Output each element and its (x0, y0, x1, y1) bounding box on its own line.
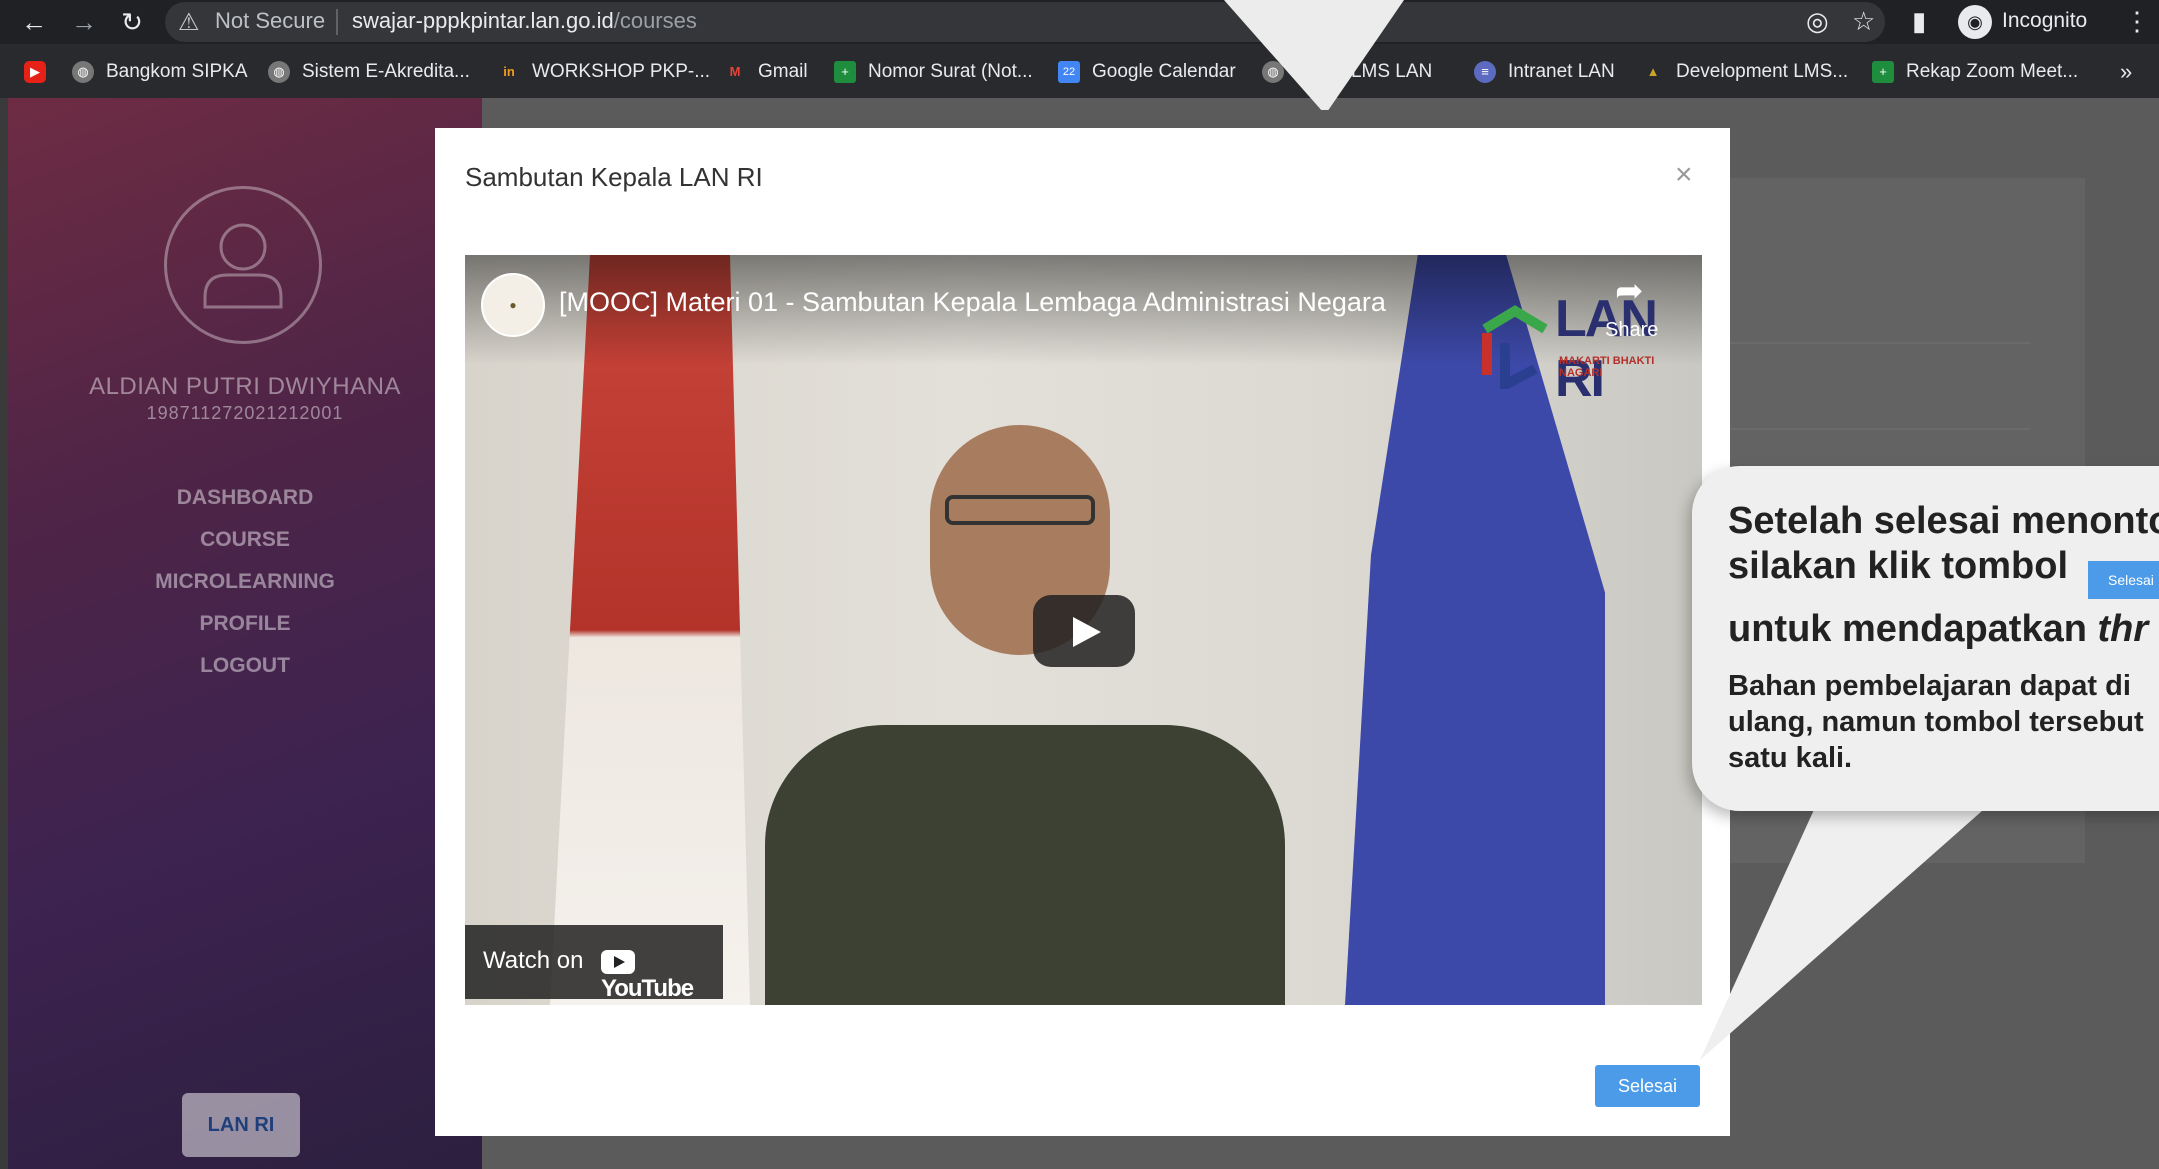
bookmark-item[interactable]: in WORKSHOP PKP-... (498, 58, 710, 86)
reload-icon[interactable]: ↻ (114, 4, 150, 40)
background-divider (1730, 342, 2030, 344)
sidebar-item-profile[interactable]: PROFILE (8, 612, 482, 636)
side-panel-icon[interactable]: ▮ (1912, 6, 1926, 37)
bookmark-item[interactable]: + Rekap Zoom Meet... (1872, 58, 2078, 86)
callout-note-line: satu kali. (1728, 742, 1853, 774)
modal-title: Sambutan Kepala LAN RI (465, 162, 763, 192)
url-host: swajar-pppkpintar.lan.go.id (352, 8, 614, 33)
watch-on-label: Watch on (483, 947, 584, 974)
avatar (164, 186, 322, 344)
callout-line-3: untuk mendapatkan thr (1728, 608, 2148, 651)
youtube-logo: YouTube (601, 947, 723, 1003)
sidebar-item-microlearning[interactable]: MICROLEARNING (8, 570, 482, 594)
youtube-play-icon (601, 949, 635, 974)
play-button[interactable] (1033, 595, 1135, 667)
sidebar-item-logout[interactable]: LOGOUT (8, 654, 482, 678)
user-icon (203, 223, 283, 309)
bookmark-item[interactable]: ≡ Intranet LAN (1474, 58, 1615, 86)
speaker-glasses (945, 495, 1095, 525)
lan-ri-watermark: LAN RI MAKARTI BHAKTI NAGARI (1475, 289, 1695, 408)
youtube-video-player[interactable]: ● [MOOC] Materi 01 - Sambutan Kepala Lem… (465, 255, 1702, 1005)
bookmark-item[interactable]: M Gmail (724, 58, 808, 86)
star-icon[interactable]: ☆ (1852, 6, 1875, 37)
share-icon[interactable]: ➦ (1615, 271, 1644, 311)
bookmark-item[interactable]: ◍ Bangkom SIPKA (72, 58, 248, 86)
bookmark-label: Sistem E-Akredita... (302, 61, 470, 82)
sidebar: ALDIAN PUTRI DWIYHANA 198711272021212001… (8, 98, 482, 1169)
sidebar-item-course[interactable]: COURSE (8, 528, 482, 552)
globe-icon: ◍ (1262, 61, 1284, 83)
browser-toolbar: ← → ↻ ⚠ Not Secure swajar-pppkpintar.lan… (0, 0, 2159, 44)
bookmark-item[interactable]: + Nomor Surat (Not... (834, 58, 1033, 86)
workshop-icon: in (503, 64, 515, 79)
callout-line-2: silakan klik tombol (1728, 545, 2068, 587)
left-strip (0, 98, 8, 1169)
sheets-icon: + (834, 61, 856, 83)
bookmark-label: Gmail (758, 61, 808, 82)
selesai-button[interactable]: Selesai (1595, 1065, 1700, 1107)
warning-icon[interactable]: ⚠ (178, 8, 200, 37)
youtube-icon: ▶ (24, 61, 46, 83)
red-white-flag (550, 255, 750, 1005)
watch-on-youtube-button[interactable]: Watch on YouTube (465, 925, 723, 1002)
globe-icon: ◍ (72, 61, 94, 83)
video-title[interactable]: [MOOC] Materi 01 - Sambutan Kepala Lemba… (559, 287, 1386, 318)
url-text[interactable]: swajar-pppkpintar.lan.go.id/courses (352, 8, 697, 34)
background-divider (1730, 428, 2030, 430)
youtube-label: YouTube (601, 975, 694, 1002)
share-label[interactable]: Share (1605, 319, 1658, 342)
bookmark-label: Intranet LAN (1508, 61, 1615, 82)
eye-off-icon[interactable]: ◎ (1806, 6, 1829, 37)
lan-ri-logo: LAN RI (182, 1093, 300, 1157)
development-icon: ▲ (1646, 64, 1660, 79)
bookmarks-bar: ▶ ◍ Bangkom SIPKA ◍ Sistem E-Akredita... i… (0, 44, 2159, 98)
callout-note-line: ulang, namun tombol tersebut (1728, 706, 2144, 738)
gmail-icon: M (729, 64, 741, 79)
bookmark-label: Bangkom SIPKA (106, 61, 248, 82)
incognito-icon[interactable]: ◉ (1958, 5, 1992, 39)
calendar-icon: 22 (1058, 61, 1080, 83)
youtube-bookmark[interactable]: ▶ (24, 58, 46, 86)
bookmark-label: Google Calendar (1092, 61, 1236, 82)
url-path: /courses (613, 8, 697, 33)
sheets-icon: + (1872, 61, 1894, 83)
close-icon[interactable]: × (1675, 158, 1693, 192)
back-arrow-icon[interactable]: ← (16, 4, 52, 40)
video-modal: Sambutan Kepala LAN RI × ● [MOOC] Materi… (435, 128, 1730, 1136)
speaker-body (765, 725, 1285, 1005)
bookmark-label: Nomor Surat (Not... (868, 61, 1033, 82)
bookmark-label: Rekap Zoom Meet... (1906, 61, 2079, 82)
callout-line-1: Setelah selesai menonto (1728, 500, 2159, 542)
callout-note-line: Bahan pembelajaran dapat di (1728, 670, 2131, 702)
bookmark-item[interactable]: ◍ Sistem E-Akredita... (268, 58, 470, 86)
globe-icon: ◍ (268, 61, 290, 83)
omnibox-separator (336, 9, 338, 35)
sidebar-item-dashboard[interactable]: DASHBOARD (8, 486, 482, 510)
bookmark-label: WORKSHOP PKP-... (532, 61, 711, 82)
callout-line-3-prefix: untuk mendapatkan (1728, 608, 2098, 650)
bookmark-item[interactable]: ▲ Development LMS... (1642, 58, 1849, 86)
lan-ri-tagline: MAKARTI BHAKTI NAGARI (1559, 355, 1655, 379)
forward-arrow-icon[interactable]: → (66, 4, 102, 40)
callout-note: Bahan pembelajaran dapat di ulang, namun… (1728, 668, 2144, 776)
callout-line-3-italic: thr (2097, 608, 2149, 650)
callout-selesai-button-image: Selesai (2088, 561, 2159, 599)
user-nip: 198711272021212001 (146, 403, 344, 423)
security-label[interactable]: Not Secure (215, 8, 325, 34)
more-menu-icon[interactable]: ⋮ (2124, 6, 2150, 37)
bookmark-label: Development LMS... (1676, 61, 1849, 82)
lan-ri-emblem-icon (1482, 305, 1548, 394)
user-name: ALDIAN PUTRI DWIYHANA (89, 373, 401, 400)
more-bookmarks-icon[interactable]: » (2120, 58, 2132, 86)
channel-avatar-icon[interactable]: ● (481, 273, 545, 337)
intranet-icon: ≡ (1474, 61, 1496, 83)
incognito-label[interactable]: Incognito (2002, 9, 2087, 33)
bookmark-item[interactable]: 22 Google Calendar (1058, 58, 1236, 86)
